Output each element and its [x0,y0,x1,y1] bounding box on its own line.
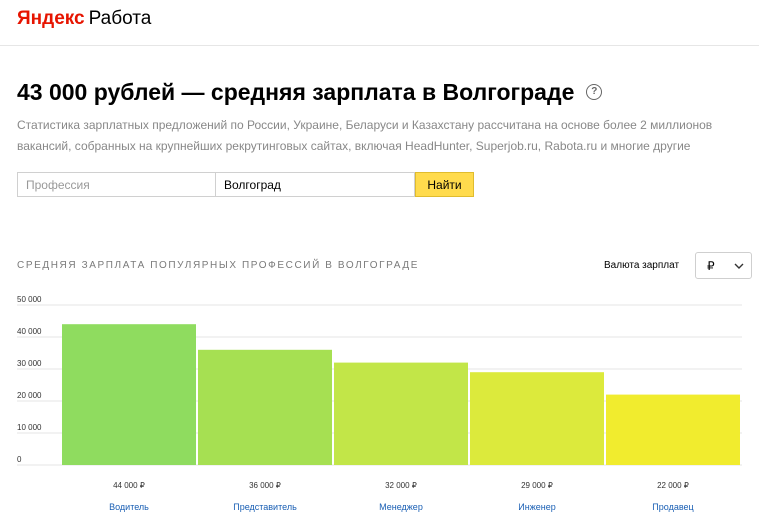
profession-input[interactable] [17,172,216,197]
y-tick-label: 20 000 [17,391,42,400]
category-link[interactable]: Менеджер [379,502,423,512]
header: Яндекс Работа [0,0,759,46]
bar-Продавец [606,394,740,465]
page-title: 43 000 рублей — средняя зарплата в Волго… [17,79,575,105]
currency-select[interactable]: ₽ [695,252,752,279]
y-tick-label: 40 000 [17,327,42,336]
y-tick-label: 10 000 [17,423,42,432]
bar-value-label: 22 000 ₽ [657,481,689,490]
bar-Инженер [470,372,604,465]
bar-Водитель [62,324,196,465]
bar-value-label: 32 000 ₽ [385,481,417,490]
currency-label: Валюта зарплат [604,260,680,271]
bar-value-label: 36 000 ₽ [249,481,281,490]
category-link[interactable]: Представитель [233,502,297,512]
bar-value-label: 29 000 ₽ [521,481,553,490]
city-input[interactable] [215,172,415,197]
category-link[interactable]: Инженер [518,502,555,512]
help-icon[interactable]: ? [586,84,603,100]
description: Статистика зарплатных предложений по Рос… [17,118,713,153]
currency-value: ₽ [707,259,715,273]
bar-value-label: 44 000 ₽ [113,481,145,490]
category-link[interactable]: Водитель [109,502,149,512]
chart-title: Средняя зарплата популярных профессий в … [17,260,419,271]
y-tick-label: 30 000 [17,359,42,368]
logo-brand: Яндекс [17,8,85,29]
category-link[interactable]: Продавец [652,502,693,512]
title-row: 43 000 рублей — средняя зарплата в Волго… [17,78,603,106]
y-tick-label: 0 [17,455,22,464]
logo[interactable]: Яндекс Работа [17,8,151,30]
search-button[interactable]: Найти [415,172,474,197]
y-tick-label: 50 000 [17,295,42,304]
chevron-down-icon [734,263,744,269]
bar-Представитель [198,349,332,465]
logo-service: Работа [88,8,152,29]
bar-chart: 0 10 000 20 000 30 000 40 000 50 000 44 000 ₽ В… [17,295,742,512]
bar-Менеджер [334,362,468,465]
